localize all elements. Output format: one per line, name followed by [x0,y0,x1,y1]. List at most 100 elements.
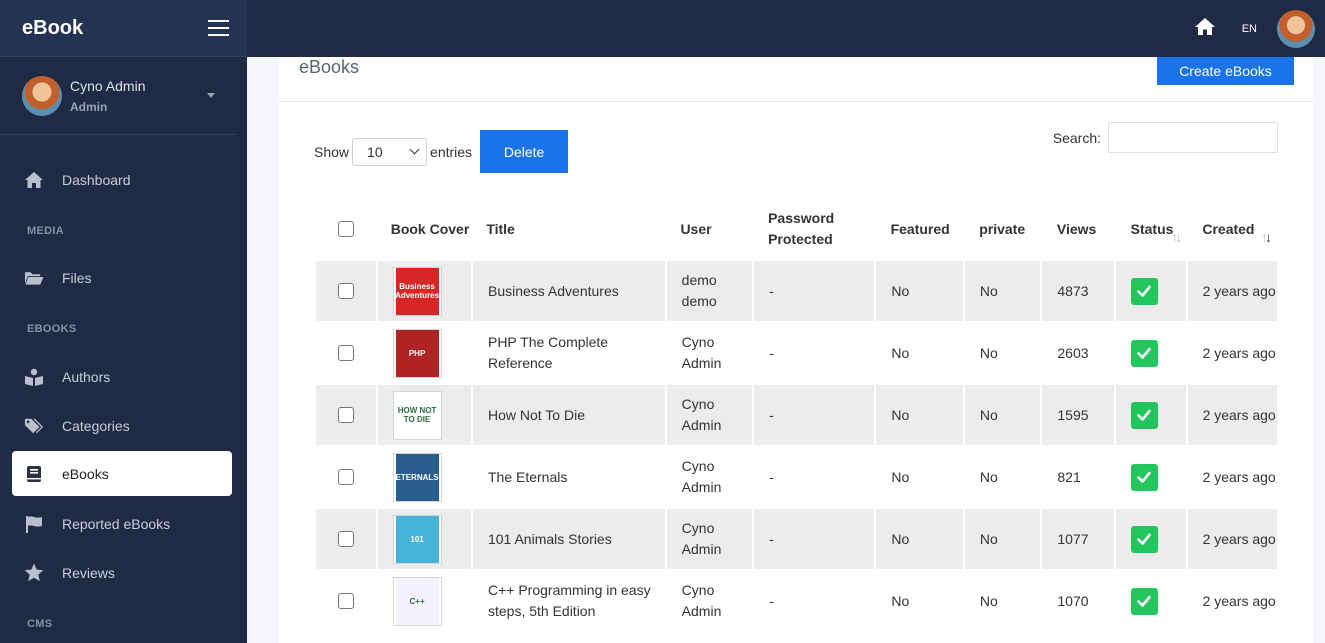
status-check-icon[interactable] [1130,463,1158,491]
book-cover-image[interactable]: ETERNALS [392,452,442,502]
top-navbar: EN [247,0,1325,57]
sidebar: eBook Cyno Admin Admin Dashboard MEDIA F… [0,0,247,643]
row-select-cell [316,571,376,631]
sidebar-item-authors[interactable]: Authors [12,354,232,399]
col-featured[interactable]: Featured [876,197,965,261]
row-select-cell [316,385,376,445]
password-cell: - [769,344,774,361]
book-cover-image[interactable]: PHP [392,328,442,378]
select-all-checkbox[interactable] [337,221,354,237]
card-header: eBooks Create eBooks [279,57,1313,102]
book-cover-image[interactable]: C++ [392,576,442,626]
user-panel[interactable]: Cyno Admin Admin [0,57,237,135]
featured-cell: No [876,509,963,569]
status-check-icon[interactable] [1130,339,1158,367]
delete-button[interactable]: Delete [480,130,569,173]
status-check-icon[interactable] [1130,277,1158,305]
col-views[interactable]: Views [1042,197,1116,261]
sidebar-item-files[interactable]: Files [12,255,232,300]
title-cell: PHP The Complete Reference [487,334,609,371]
col-password-protected[interactable]: Password Protected [753,197,875,261]
cover-text: C++ [409,596,425,606]
sidebar-item-ebooks[interactable]: eBooks [12,451,232,496]
cover-art: PHP [395,329,439,377]
user-cell: Cyno Admin [666,385,753,445]
table-row: Business Adventures Business Adventures de… [316,261,1278,323]
brand-title[interactable]: eBook [22,17,83,40]
book-cover-image[interactable]: Business Adventures [392,266,442,316]
book-cover-image[interactable]: 101 [392,514,442,564]
status-check-icon[interactable] [1130,587,1158,615]
entries-select[interactable]: 10 [352,137,428,166]
featured-cell: No [891,468,910,485]
table-body: Business Adventures Business Adventures de… [316,261,1278,633]
cover-art: Business Adventures [395,267,439,315]
show-label: Show [314,143,350,160]
sidebar-item-categories[interactable]: Categories [12,403,232,448]
row-checkbox[interactable] [337,407,354,423]
created-cell: 2 years ago [1187,509,1278,569]
row-checkbox[interactable] [337,283,354,299]
title-cell: The Eternals [487,468,568,485]
row-checkbox[interactable] [337,593,354,609]
col-created[interactable]: Created ↑↓ [1187,197,1277,261]
row-checkbox[interactable] [337,345,354,361]
col-title[interactable]: Title [471,197,665,261]
row-checkbox[interactable] [337,469,354,485]
row-checkbox[interactable] [337,531,354,547]
create-ebooks-button[interactable]: Create eBooks [1157,57,1294,85]
password-cell: - [769,468,774,485]
views-cell: 1595 [1042,385,1114,445]
entries-label: entries [430,143,473,160]
sidebar-item-label: Authors [62,368,111,385]
col-private[interactable]: private [964,197,1042,261]
table-row: ETERNALS The Eternals Cyno Admin - No No 821 2 … [316,447,1277,509]
created-cell: 2 years ago [1187,261,1278,321]
status-check-icon[interactable] [1130,525,1158,553]
ebooks-table: Book Cover Title User Password Protected… [316,197,1278,633]
row-select-cell [316,323,376,383]
flag-icon [24,514,44,534]
status-check-icon[interactable] [1130,401,1158,429]
user-role: Admin [70,99,108,114]
featured-cell: No [891,344,910,361]
nav-header-ebooks: EBOOKS [27,323,77,335]
col-user[interactable]: User [665,197,753,261]
col-status-label: Status [1130,220,1174,237]
sidebar-item-dashboard[interactable]: Dashboard [12,157,232,202]
sidebar-item-reported-ebooks[interactable]: Reported eBooks [12,501,232,546]
title-cell: How Not To Die [472,385,665,445]
reader-icon [24,367,44,387]
col-book-cover[interactable]: Book Cover [376,197,472,261]
home-icon[interactable] [1194,17,1216,41]
col-status[interactable]: Status ↑↓ [1116,197,1188,261]
book-cover-image[interactable]: HOW NOT TO DIE [392,390,442,440]
title-cell: Business Adventures [472,261,665,321]
cover-art: 101 [395,515,439,563]
search-control: Search: [1053,122,1278,153]
sidebar-item-reviews[interactable]: Reviews [12,550,232,595]
cover-text: HOW NOT TO DIE [397,406,437,424]
table-row: HOW NOT TO DIE How Not To Die Cyno Admin - N… [316,385,1278,447]
star-icon [24,563,44,583]
menu-toggle-icon[interactable] [208,20,229,36]
views-cell: 821 [1057,468,1081,485]
table-header: Book Cover Title User Password Protected… [316,197,1277,261]
created-cell: 2 years ago [1202,468,1276,485]
home-icon [24,170,44,190]
sidebar-item-label: Dashboard [62,171,131,188]
cover-art: HOW NOT TO DIE [395,391,439,439]
title-cell: 101 Animals Stories [472,509,665,569]
cover-art: ETERNALS [396,453,439,501]
cover-text: 101 [410,534,424,544]
brand-bar: eBook [0,0,247,57]
nav-header-cms: CMS [27,618,53,630]
select-all-cell [316,197,376,261]
language-switcher[interactable]: EN [1242,23,1257,35]
row-select-cell [316,509,376,569]
chevron-down-icon[interactable] [207,93,215,98]
password-cell: - [754,385,875,445]
user-avatar-menu[interactable] [1277,9,1315,48]
private-cell: No [964,261,1041,321]
search-input[interactable] [1108,122,1278,153]
